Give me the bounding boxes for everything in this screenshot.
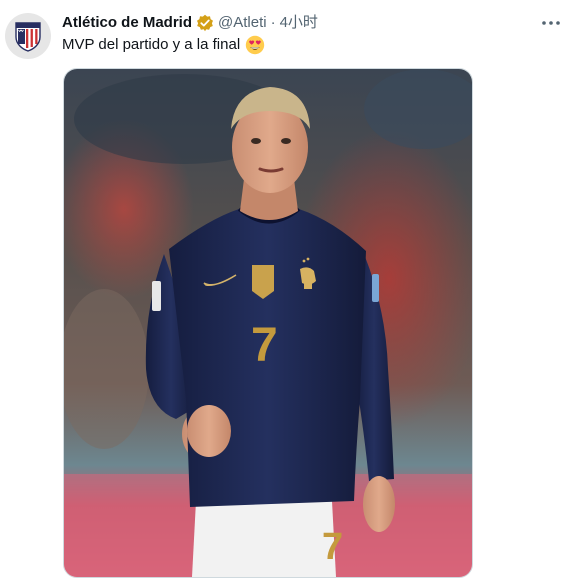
tweet-photo[interactable]: 7 7 (63, 68, 473, 578)
author-name[interactable]: Atlético de Madrid (62, 13, 192, 33)
author-handle[interactable]: @Atleti (218, 13, 267, 33)
tweet-header: Atlético de Madrid @Atleti · 4小时 (62, 13, 526, 33)
tweet-text-content: MVP del partido y a la final (62, 36, 241, 53)
player-photo: 7 7 (64, 69, 472, 577)
tweet-text: MVP del partido y a la final (62, 35, 265, 55)
timestamp[interactable]: 4小时 (280, 13, 318, 33)
verified-badge-icon (196, 14, 214, 32)
separator-dot: · (270, 14, 276, 31)
avatar[interactable] (5, 13, 51, 59)
more-icon[interactable] (538, 13, 564, 33)
shorts-number: 7 (322, 526, 343, 568)
heart-eyes-emoji-icon (245, 35, 265, 55)
atletico-crest-icon (15, 22, 41, 52)
jersey-number: 7 (251, 319, 278, 372)
clipped-next-tweet-text (170, 578, 260, 585)
tweet: Atlético de Madrid @Atleti · 4小时 MVP del… (0, 0, 566, 585)
